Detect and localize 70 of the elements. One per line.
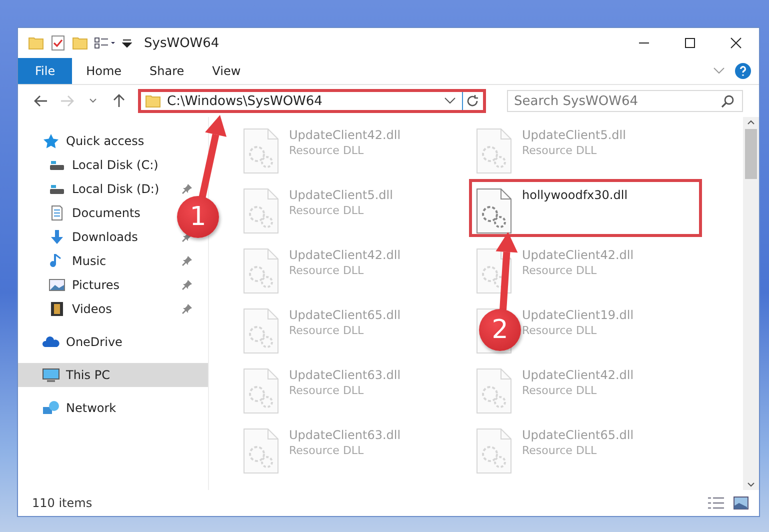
file-type: Resource DLL bbox=[289, 444, 365, 457]
sidebar-item[interactable]: Local Disk (C:) bbox=[72, 158, 158, 172]
sidebar-item[interactable]: Local Disk (D:) bbox=[72, 182, 160, 196]
address-bar[interactable]: C:\Windows\SysWOW64 bbox=[138, 89, 486, 113]
view-options-icon[interactable] bbox=[94, 36, 116, 50]
sidebar-item[interactable]: Downloads bbox=[72, 230, 138, 244]
file-type: Resource DLL bbox=[522, 384, 598, 397]
gear-file-icon bbox=[243, 368, 279, 414]
forward-arrow-icon bbox=[60, 95, 74, 107]
file-type: Resource DLL bbox=[522, 264, 598, 277]
pin-icon[interactable] bbox=[182, 280, 192, 290]
help-icon[interactable] bbox=[735, 63, 751, 79]
file-type: Resource DLL bbox=[522, 324, 598, 337]
folder-icon bbox=[28, 36, 44, 50]
gear-file-icon bbox=[243, 128, 279, 174]
file-type: Resource DLL bbox=[289, 204, 365, 217]
large-icons-view-icon[interactable] bbox=[733, 496, 749, 510]
pin-icon[interactable] bbox=[182, 304, 192, 314]
gear-file-icon bbox=[476, 128, 512, 174]
sidebar-item[interactable]: OneDrive bbox=[66, 335, 122, 349]
ribbon-tab[interactable]: Home bbox=[72, 58, 136, 84]
sidebar-item[interactable]: Quick access bbox=[66, 134, 144, 148]
pin-icon[interactable] bbox=[182, 256, 192, 266]
pictures-icon bbox=[48, 277, 66, 293]
gear-file-icon bbox=[243, 248, 279, 294]
chevron-down-icon[interactable] bbox=[444, 97, 456, 105]
close-icon bbox=[730, 37, 742, 49]
ribbon-tab[interactable]: Share bbox=[136, 58, 198, 84]
gear-file-icon bbox=[476, 428, 512, 474]
gear-file-icon bbox=[243, 308, 279, 354]
star-icon bbox=[42, 133, 60, 149]
search-field[interactable]: Search SysWOW64 bbox=[507, 90, 743, 112]
file-type: Resource DLL bbox=[289, 384, 365, 397]
scrollbar[interactable] bbox=[743, 117, 759, 490]
file-type: Resource DLL bbox=[289, 324, 365, 337]
file-type: Resource DLL bbox=[522, 144, 598, 157]
item-count: 110 items bbox=[32, 496, 92, 510]
dropdown-icon[interactable] bbox=[122, 37, 132, 49]
sidebar-item[interactable]: Music bbox=[72, 254, 106, 268]
cloud-icon bbox=[42, 334, 60, 350]
gear-file-icon bbox=[476, 188, 512, 234]
file-type: Resource DLL bbox=[289, 144, 365, 157]
scrollbar-thumb[interactable] bbox=[745, 129, 757, 179]
sidebar-item[interactable]: Pictures bbox=[72, 278, 120, 292]
up-arrow-icon bbox=[113, 94, 125, 108]
file-type: Resource DLL bbox=[289, 264, 365, 277]
network-icon bbox=[42, 400, 60, 416]
sidebar-item[interactable]: Documents bbox=[72, 206, 140, 220]
gear-file-icon bbox=[243, 188, 279, 234]
film-icon bbox=[48, 301, 66, 317]
window-title: SysWOW64 bbox=[143, 36, 220, 50]
download-icon bbox=[48, 229, 66, 245]
gear-file-icon bbox=[476, 368, 512, 414]
ribbon-tab[interactable]: View bbox=[198, 58, 255, 84]
back-arrow-icon bbox=[34, 95, 48, 107]
gear-file-icon bbox=[243, 428, 279, 474]
address-path: C:\Windows\SysWOW64 bbox=[166, 94, 324, 108]
maximize-icon bbox=[684, 37, 696, 49]
ribbon-tab[interactable]: File bbox=[18, 58, 72, 84]
file-name[interactable]: hollywoodfx30.dll bbox=[522, 188, 628, 202]
computer-icon bbox=[42, 367, 60, 383]
file-type: Resource DLL bbox=[522, 444, 598, 457]
properties-icon[interactable] bbox=[50, 35, 66, 51]
folder-icon bbox=[145, 94, 161, 108]
sidebar-item[interactable]: Network bbox=[66, 401, 116, 415]
details-view-icon[interactable] bbox=[707, 496, 725, 510]
pin-icon[interactable] bbox=[182, 184, 192, 194]
sidebar-item[interactable]: Videos bbox=[72, 302, 112, 316]
caret-icon bbox=[89, 98, 97, 104]
sidebar-item[interactable]: This PC bbox=[66, 368, 110, 382]
